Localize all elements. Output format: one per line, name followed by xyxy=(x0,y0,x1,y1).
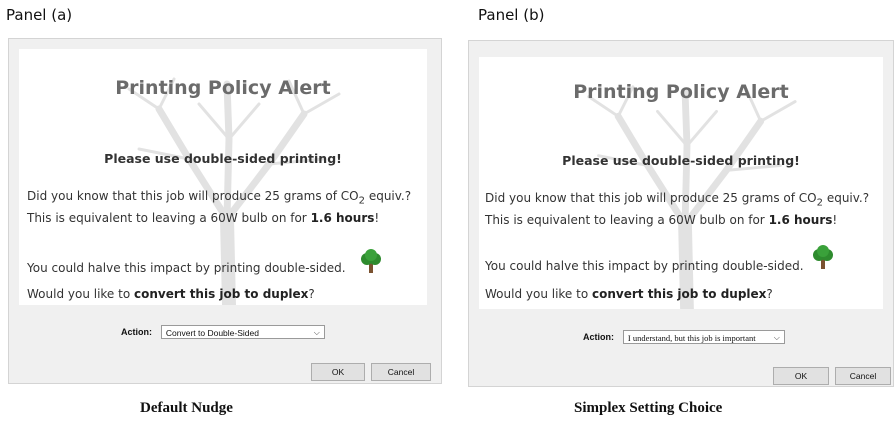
bulb-text: This is equivalent to leaving a 60W bulb… xyxy=(485,213,769,227)
chevron-down-icon: ⌵ xyxy=(773,333,780,342)
bulb-hours: 1.6 hours xyxy=(310,211,375,225)
co2-message: Did you know that this job will produce … xyxy=(485,191,869,208)
duplex-question: Would you like to convert this job to du… xyxy=(27,287,315,301)
dialog-subtitle: Please use double-sided printing! xyxy=(562,153,800,168)
panel-a-label: Panel (a) xyxy=(6,6,73,24)
co2-message: Did you know that this job will produce … xyxy=(27,189,411,206)
duplex-text-end: ? xyxy=(766,287,773,301)
duplex-text: Would you like to xyxy=(485,287,592,301)
bulb-text-end: ! xyxy=(374,211,380,225)
co2-text: Did you know that this job will produce … xyxy=(485,191,817,205)
action-select[interactable]: Convert to Double-Sided ⌵ xyxy=(160,325,325,339)
action-select[interactable]: I understand, but this job is important … xyxy=(622,330,785,344)
action-label: Action: xyxy=(583,331,614,342)
panel-b-caption: Simplex Setting Choice xyxy=(574,400,723,416)
duplex-bold: convert this job to duplex xyxy=(134,287,309,301)
halve-impact-message: You could halve this impact by printing … xyxy=(485,259,804,273)
cancel-button[interactable]: Cancel xyxy=(835,367,891,385)
action-label: Action: xyxy=(121,326,152,337)
panel-b-message-area: Printing Policy Alert Please use double-… xyxy=(479,57,883,309)
panel-b-label: Panel (b) xyxy=(478,6,545,24)
bulb-text-end: ! xyxy=(832,213,838,227)
duplex-text: Would you like to xyxy=(27,287,134,301)
action-row: Action: I understand, but this job is im… xyxy=(583,330,785,344)
tree-icon xyxy=(361,249,381,273)
duplex-bold: convert this job to duplex xyxy=(592,287,767,301)
dialog-title: Printing Policy Alert xyxy=(115,77,331,99)
panel-a-message-area: Printing Policy Alert Please use double-… xyxy=(19,49,427,305)
action-select-value: I understand, but this job is important xyxy=(627,333,756,343)
chevron-down-icon: ⌵ xyxy=(313,328,320,337)
co2-text-end: equiv.? xyxy=(365,189,412,203)
halve-impact-message: You could halve this impact by printing … xyxy=(27,261,346,275)
panel-a-dialog: Printing Policy Alert Please use double-… xyxy=(8,38,442,384)
action-row: Action: Convert to Double-Sided ⌵ xyxy=(121,325,325,339)
panel-b-dialog: Printing Policy Alert Please use double-… xyxy=(468,40,894,387)
co2-text: Did you know that this job will produce … xyxy=(27,189,359,203)
dialog-title: Printing Policy Alert xyxy=(573,81,789,103)
co2-text-end: equiv.? xyxy=(823,191,870,205)
ok-button[interactable]: OK xyxy=(311,363,365,381)
action-select-value: Convert to Double-Sided xyxy=(165,328,259,338)
dialog-subtitle: Please use double-sided printing! xyxy=(104,151,342,166)
duplex-text-end: ? xyxy=(308,287,315,301)
bulb-message: This is equivalent to leaving a 60W bulb… xyxy=(485,213,837,227)
ok-button[interactable]: OK xyxy=(773,367,829,385)
bulb-text: This is equivalent to leaving a 60W bulb… xyxy=(27,211,311,225)
bulb-hours: 1.6 hours xyxy=(768,213,833,227)
panel-a-caption: Default Nudge xyxy=(140,400,233,416)
bulb-message: This is equivalent to leaving a 60W bulb… xyxy=(27,211,379,225)
duplex-question: Would you like to convert this job to du… xyxy=(485,287,773,301)
tree-icon xyxy=(813,245,833,269)
cancel-button[interactable]: Cancel xyxy=(371,363,431,381)
